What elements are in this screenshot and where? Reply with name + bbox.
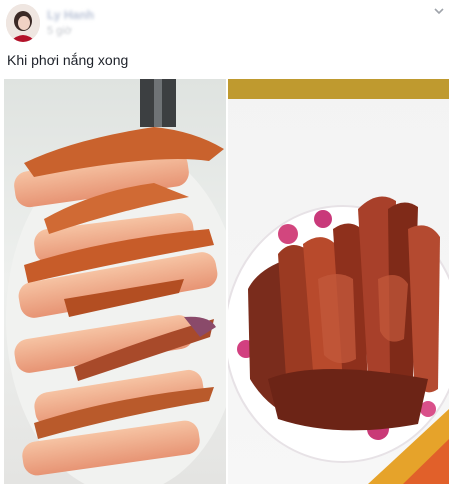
post-text: Khi phơi nắng xong: [7, 52, 129, 68]
post-header: Ly Hanh 5 giờ: [0, 0, 450, 48]
post-photo-right[interactable]: [228, 79, 449, 484]
author-name[interactable]: Ly Hanh: [47, 8, 94, 22]
post-timestamp[interactable]: 5 giờ: [47, 25, 72, 37]
post-photo-left[interactable]: [4, 79, 226, 484]
chevron-down-icon[interactable]: [432, 4, 446, 18]
author-avatar[interactable]: [6, 4, 40, 42]
